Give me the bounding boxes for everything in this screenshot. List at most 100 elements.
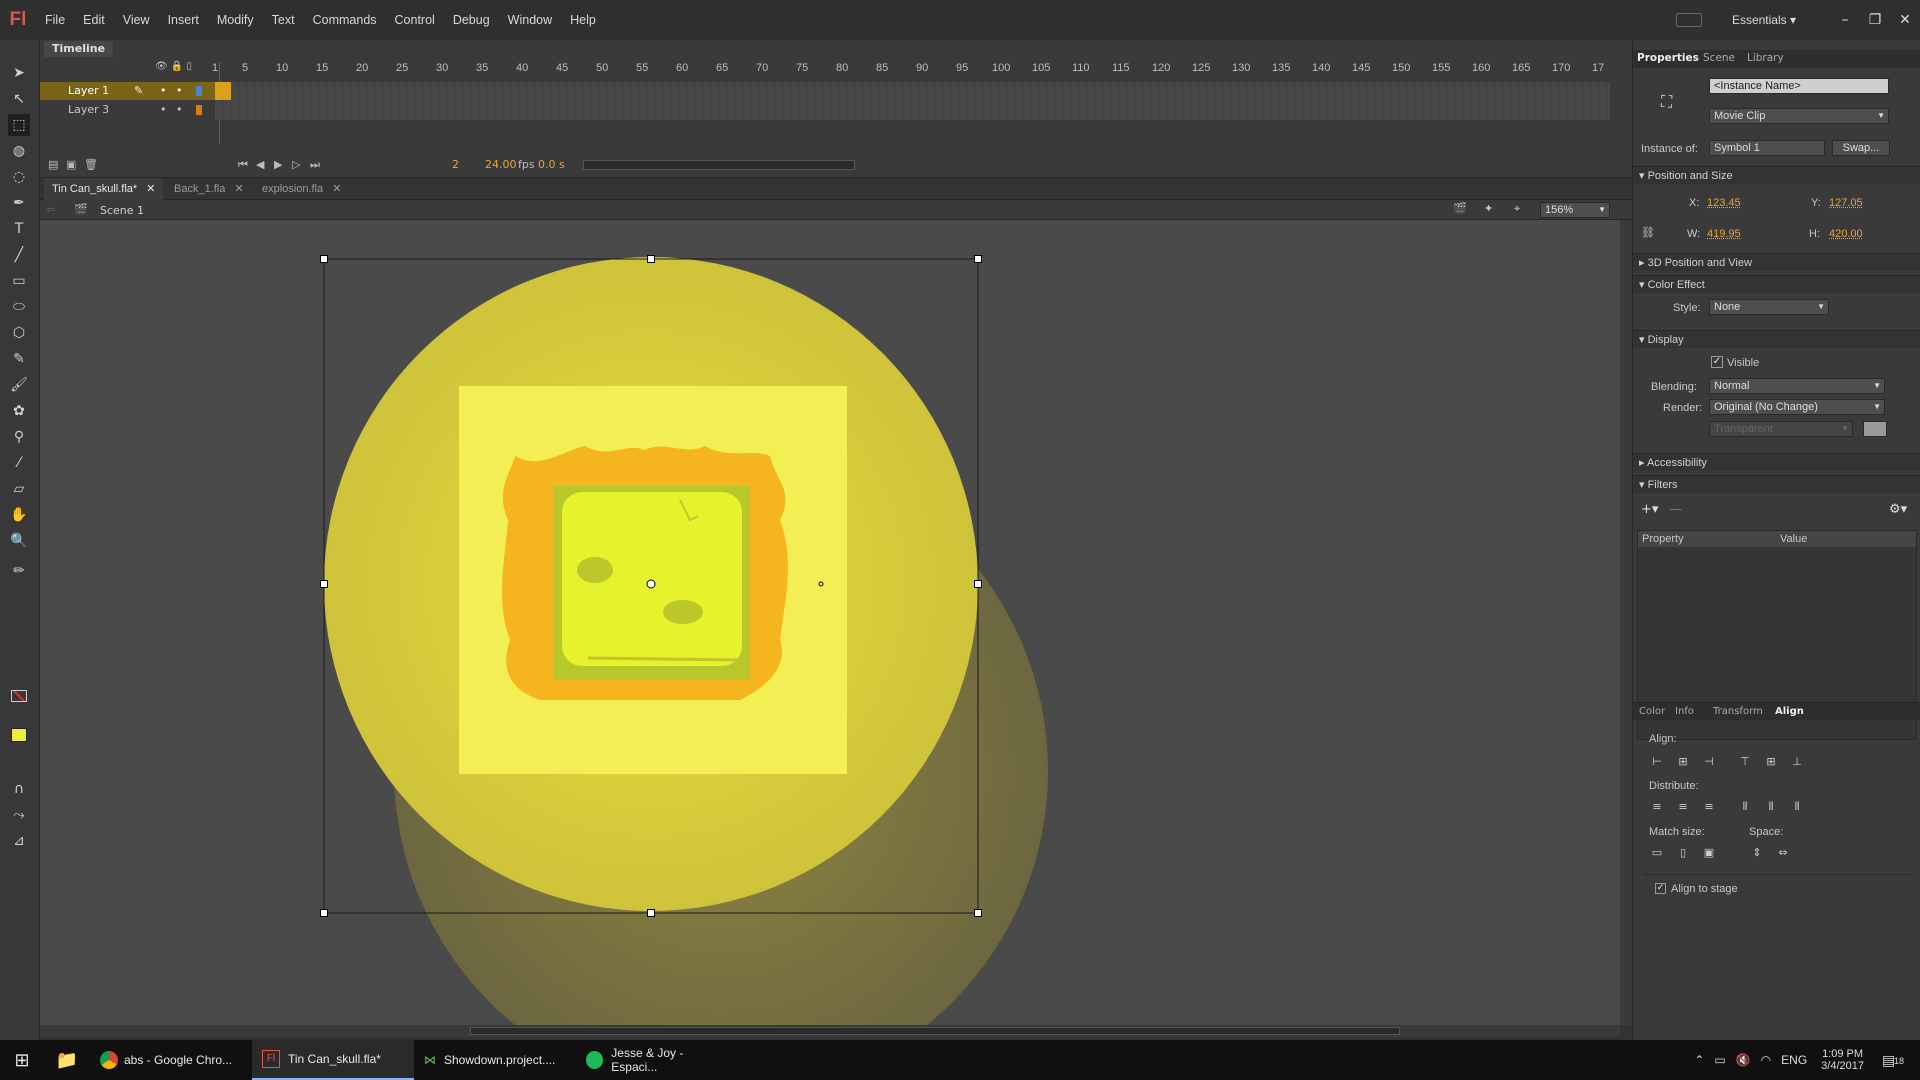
oval-tool-icon[interactable]: ⬭: [8, 296, 30, 318]
file-explorer-icon[interactable]: 📁: [44, 1040, 90, 1080]
align-top-icon[interactable]: ⊤: [1737, 755, 1753, 769]
resize-handle[interactable]: [320, 580, 328, 588]
wifi-icon[interactable]: ◠: [1761, 1053, 1771, 1067]
layer-row[interactable]: Layer 1 ✎ • •: [40, 82, 215, 100]
current-frame[interactable]: 2: [452, 158, 459, 171]
stage-h-scrollbar[interactable]: [40, 1025, 1620, 1037]
accessibility-section[interactable]: ▸ Accessibility: [1633, 453, 1920, 471]
distribute-bottom-icon[interactable]: ≡: [1701, 800, 1717, 814]
instance-name-input[interactable]: <Instance Name>: [1709, 78, 1889, 94]
space-vertical-icon[interactable]: ⇕: [1749, 846, 1765, 860]
lock-icon[interactable]: 🔒: [171, 61, 183, 72]
tray-chevron-icon[interactable]: ⌃: [1694, 1053, 1704, 1067]
back-arrow-icon[interactable]: ⇦: [46, 203, 55, 216]
add-filter-icon[interactable]: +▾: [1641, 502, 1658, 517]
layer-color-swatch[interactable]: [196, 105, 202, 115]
tab-color[interactable]: Color: [1639, 706, 1665, 717]
eye-icon[interactable]: 👁: [155, 61, 168, 72]
edit-symbol-icon[interactable]: ✦: [1484, 202, 1493, 215]
line-tool-icon[interactable]: ╱: [8, 244, 30, 266]
display-section[interactable]: ▾ Display: [1633, 330, 1920, 348]
resize-handle[interactable]: [974, 255, 982, 263]
hand-tool-icon[interactable]: ✋: [8, 504, 30, 526]
network-icon[interactable]: ▭: [1714, 1053, 1725, 1067]
last-frame-icon[interactable]: ⏭: [310, 158, 320, 172]
style-dropdown[interactable]: None ▼: [1709, 299, 1829, 315]
doc-tab[interactable]: Tin Can_skull.fla* ✕: [44, 178, 163, 200]
space-horizontal-icon[interactable]: ⇔: [1775, 846, 1791, 860]
stroke-swatch[interactable]: [11, 690, 27, 702]
restore-icon[interactable]: ❐: [1860, 12, 1890, 28]
match-height-icon[interactable]: ▯: [1675, 846, 1691, 860]
close-tab-icon[interactable]: ✕: [332, 183, 341, 195]
menu-insert[interactable]: Insert: [159, 13, 208, 27]
taskbar-item[interactable]: ⋈ Showdown.project....: [414, 1040, 576, 1080]
elapsed-time[interactable]: 0.0 s: [538, 158, 565, 171]
remove-filter-icon[interactable]: —: [1669, 502, 1682, 517]
w-value[interactable]: 419.95: [1707, 228, 1741, 240]
3d-position-section[interactable]: ▸ 3D Position and View: [1633, 253, 1920, 271]
x-value[interactable]: 123.45: [1707, 197, 1741, 209]
scene-label[interactable]: Scene 1: [100, 204, 144, 217]
stage-v-scrollbar[interactable]: [1620, 220, 1632, 1025]
text-tool-icon[interactable]: T: [8, 218, 30, 240]
distribute-top-icon[interactable]: ≡: [1649, 800, 1665, 814]
y-value[interactable]: 127.05: [1829, 197, 1863, 209]
doc-tab[interactable]: Back_1.fla ✕: [166, 178, 252, 200]
filter-options-icon[interactable]: ⚙▾: [1889, 502, 1907, 517]
resize-handle[interactable]: [320, 255, 328, 263]
menu-window[interactable]: Window: [499, 13, 561, 27]
distribute-hcenter-icon[interactable]: ⫴: [1763, 800, 1779, 814]
tab-align[interactable]: Align: [1775, 706, 1804, 717]
eraser-tool-icon[interactable]: ▱: [8, 478, 30, 500]
visible-checkbox[interactable]: ✓: [1711, 356, 1723, 368]
tab-properties[interactable]: Properties: [1637, 52, 1699, 64]
taskbar-item[interactable]: Fl Tin Can_skull.fla*: [252, 1040, 414, 1080]
rectangle-tool-icon[interactable]: ▭: [8, 270, 30, 292]
menu-text[interactable]: Text: [263, 13, 304, 27]
edit-scene-icon[interactable]: 🎬: [1453, 202, 1467, 215]
stage[interactable]: [40, 220, 1620, 1025]
close-icon[interactable]: ✕: [1890, 12, 1920, 28]
close-tab-icon[interactable]: ✕: [146, 183, 155, 195]
smooth-icon[interactable]: ⤳: [8, 804, 30, 826]
menu-help[interactable]: Help: [561, 13, 605, 27]
distribute-left-icon[interactable]: ⫴: [1737, 800, 1753, 814]
selection-tool-icon[interactable]: ➤: [8, 62, 30, 84]
pen-tool-icon[interactable]: ✒: [8, 192, 30, 214]
zoom-dropdown[interactable]: 156% ▼: [1540, 202, 1610, 218]
align-left-icon[interactable]: ⊢: [1649, 755, 1665, 769]
menu-edit[interactable]: Edit: [74, 13, 114, 27]
match-width-icon[interactable]: ▭: [1649, 846, 1665, 860]
brush-tool-icon[interactable]: 🖌: [8, 374, 30, 396]
align-vcenter-icon[interactable]: ⊞: [1763, 755, 1779, 769]
straighten-icon[interactable]: ⊿: [8, 830, 30, 852]
workspace-switcher[interactable]: Essentials ▾: [1732, 13, 1796, 27]
tab-library[interactable]: Library: [1747, 52, 1784, 64]
frame-grid[interactable]: [215, 82, 1610, 120]
lasso-tool-icon[interactable]: ◌: [8, 166, 30, 188]
center-stage-icon[interactable]: ⌖: [1514, 202, 1520, 216]
tab-scene[interactable]: Scene: [1703, 52, 1735, 64]
language-indicator[interactable]: ENG: [1781, 1053, 1807, 1067]
menu-control[interactable]: Control: [386, 13, 444, 27]
taskbar-item[interactable]: Jesse & Joy - Espaci...: [576, 1040, 738, 1080]
volume-icon[interactable]: 🔇: [1736, 1053, 1751, 1067]
color-effect-section[interactable]: ▾ Color Effect: [1633, 275, 1920, 293]
timeline-scrollbar[interactable]: [583, 160, 855, 170]
play-icon[interactable]: ▶: [274, 158, 282, 171]
menu-file[interactable]: File: [36, 13, 74, 27]
sync-icon[interactable]: [1676, 13, 1702, 27]
menu-modify[interactable]: Modify: [208, 13, 263, 27]
new-folder-icon[interactable]: ▣: [66, 158, 76, 171]
taskbar-item[interactable]: abs - Google Chro...: [90, 1040, 252, 1080]
selected-frame[interactable]: [215, 82, 231, 100]
polystar-tool-icon[interactable]: ⬡: [8, 322, 30, 344]
subselection-tool-icon[interactable]: ↖: [8, 88, 30, 110]
distribute-right-icon[interactable]: ⫴: [1789, 800, 1805, 814]
render-dropdown[interactable]: Original (No Change) ▼: [1709, 399, 1885, 415]
zoom-tool-icon[interactable]: 🔍: [8, 530, 30, 552]
resize-handle[interactable]: [647, 255, 655, 263]
resize-handle[interactable]: [974, 909, 982, 917]
distribute-vcenter-icon[interactable]: ≡: [1675, 800, 1691, 814]
